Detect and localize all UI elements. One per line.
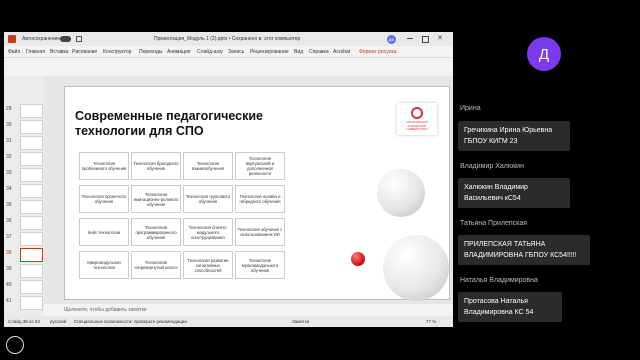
- slide-thumbnail[interactable]: [20, 184, 43, 198]
- thumb-number: 34: [6, 186, 12, 192]
- tab-slideshow[interactable]: Слайд-шоу: [197, 49, 223, 55]
- tech-cell[interactable]: Технология блочно-модульного конструиров…: [183, 218, 233, 246]
- tech-cell[interactable]: Технология группового обучения: [183, 185, 233, 213]
- notes-pane[interactable]: Щелкните, чтобы добавить заметки: [44, 304, 453, 316]
- maximize-button[interactable]: [422, 36, 429, 43]
- participant-message: Халюкин Владимир Васильевич кС54: [458, 178, 570, 208]
- slide-thumbnail[interactable]: [20, 216, 43, 230]
- tech-cell[interactable]: Технология бригадного обучения: [131, 152, 181, 180]
- thumb-number: 39: [6, 266, 12, 272]
- thumb-number: 35: [6, 202, 12, 208]
- slide-counter: Слайд 38 из 53: [8, 319, 40, 324]
- language[interactable]: русский: [50, 319, 66, 324]
- tab-insert[interactable]: Вставка: [50, 49, 69, 55]
- thumb-number: 32: [6, 154, 12, 160]
- participant-name: Владимир Халюкин: [460, 163, 524, 170]
- tech-cell[interactable]: Технология проектного обучения: [79, 185, 129, 213]
- tab-draw[interactable]: Рисование: [72, 49, 97, 55]
- slide-thumbnail[interactable]: [20, 152, 43, 166]
- accessibility-status[interactable]: Специальные возможности: проверьте реком…: [74, 319, 187, 324]
- slide-canvas[interactable]: Современные педагогические технологии дл…: [64, 86, 450, 301]
- tab-home[interactable]: Главная: [26, 49, 45, 55]
- slide-thumbnail[interactable]: [20, 296, 43, 310]
- autosave-toggle[interactable]: [60, 36, 71, 42]
- powerpoint-window: Автосохранение Презентация_Модуль 1 (2).…: [4, 32, 453, 327]
- autosave-label: Автосохранение: [22, 36, 61, 42]
- slide-thumbnail[interactable]: [20, 200, 43, 214]
- decor-sphere-bottom: [383, 235, 449, 301]
- participant-name: Наталья Владимировна: [460, 277, 538, 284]
- ribbon-tabs: Файл Главная Вставка Рисование Конструкт…: [4, 46, 453, 58]
- thumb-number: 33: [6, 170, 12, 176]
- tab-picture-format[interactable]: Формат рисунка: [359, 49, 397, 55]
- tech-cell[interactable]: Кейс-технологии: [79, 218, 129, 246]
- title-bar: Автосохранение Презентация_Модуль 1 (2).…: [4, 32, 453, 46]
- user-avatar[interactable]: ДВ: [387, 35, 396, 44]
- notes-button[interactable]: Заметки: [292, 319, 309, 324]
- tech-cell[interactable]: Технология обучения с использованием ИИ: [235, 218, 285, 246]
- university-logo: МОСКОВСКИЙ ГОРОДСКОЙ УНИВЕРСИТЕТ: [397, 103, 437, 135]
- tech-cell[interactable]: Технология онлайн и гибридного обучения: [235, 185, 285, 213]
- tech-cell[interactable]: Технология виртуальной и дополненной реа…: [235, 152, 285, 180]
- decor-sphere-large: [377, 169, 425, 217]
- thumb-number: 30: [6, 122, 12, 128]
- save-icon[interactable]: [76, 36, 82, 42]
- participant-name: Татьяна Прилепская: [460, 220, 528, 227]
- app-icon: [8, 35, 16, 43]
- slide-thumbnail[interactable]: [20, 104, 43, 118]
- document-title: Презентация_Модуль 1 (2).pptx • Сохранен…: [154, 36, 301, 42]
- tab-help[interactable]: Справка: [309, 49, 329, 55]
- tab-animations[interactable]: Анимация: [167, 49, 190, 55]
- tab-view[interactable]: Вид: [294, 49, 303, 55]
- decor-sphere-small: [351, 252, 365, 266]
- tab-design[interactable]: Конструктор: [103, 49, 132, 55]
- participant-message: Протасова Наталья Владимировна КС 54: [458, 292, 562, 322]
- tech-cell[interactable]: Микромодульная технология: [79, 251, 129, 279]
- notes-placeholder: Щелкните, чтобы добавить заметки: [64, 307, 147, 313]
- slide-thumbnails-panel: 29 30 31 32 33 34 35 36 37 38 39 40 41: [4, 76, 44, 316]
- logo-ring-icon: [411, 107, 423, 119]
- slide-thumbnail-selected[interactable]: [20, 248, 43, 262]
- logo-text: МОСКОВСКИЙ ГОРОДСКОЙ УНИВЕРСИТЕТ: [405, 120, 429, 131]
- slide-thumbnail[interactable]: [20, 120, 43, 134]
- participant-avatar: Д: [527, 37, 561, 71]
- tab-acrobat[interactable]: Acrobat: [333, 49, 350, 55]
- tech-cell[interactable]: Технология программированного обучения: [131, 218, 181, 246]
- slide-editor: Современные педагогические технологии дл…: [44, 76, 453, 316]
- tab-file[interactable]: Файл: [8, 49, 20, 55]
- thumb-number: 41: [6, 298, 12, 304]
- thumb-number: 37: [6, 234, 12, 240]
- minimize-button[interactable]: [407, 38, 413, 39]
- tech-cell[interactable]: Технология мультимодального обучения: [235, 251, 285, 279]
- thumb-number: 31: [6, 138, 12, 144]
- close-button[interactable]: ✕: [437, 34, 443, 42]
- thumb-number: 38: [6, 250, 12, 256]
- thumb-number: 29: [6, 106, 12, 112]
- tech-cell[interactable]: Технология проблемного обучения: [79, 152, 129, 180]
- tab-transitions[interactable]: Переходы: [139, 49, 162, 55]
- tab-record[interactable]: Запись: [228, 49, 244, 55]
- tab-review[interactable]: Рецензирование: [250, 49, 289, 55]
- thumb-number: 36: [6, 218, 12, 224]
- tech-cell[interactable]: Технология «перевернутый класс»: [131, 251, 181, 279]
- slide-thumbnail[interactable]: [20, 168, 43, 182]
- zoom-level[interactable]: 77 %: [426, 319, 436, 324]
- tech-cell[interactable]: Технология развития когнитивных способно…: [183, 251, 233, 279]
- conference-logo-icon: [6, 336, 24, 354]
- slide-title[interactable]: Современные педагогические технологии дл…: [75, 109, 275, 139]
- participant-message: Гречихина Ирина Юрьевна ГБПОУ КИГМ 23: [458, 121, 570, 151]
- slide-thumbnail[interactable]: [20, 136, 43, 150]
- slide-thumbnail[interactable]: [20, 280, 43, 294]
- slide-thumbnail[interactable]: [20, 232, 43, 246]
- tech-cell[interactable]: Технология взаимообучения: [183, 152, 233, 180]
- status-bar: Слайд 38 из 53 русский Специальные возмо…: [4, 316, 453, 327]
- participant-message: ПРИЛЕПСКАЯ ТАТЬЯНА ВЛАДИМИРОВНА ГБПОУ КС…: [458, 235, 590, 265]
- thumb-number: 40: [6, 282, 12, 288]
- tech-cell[interactable]: Технология имитационно-ролевого обучения: [131, 185, 181, 213]
- slide-thumbnail[interactable]: [20, 264, 43, 278]
- participant-name: Ирина: [460, 105, 481, 112]
